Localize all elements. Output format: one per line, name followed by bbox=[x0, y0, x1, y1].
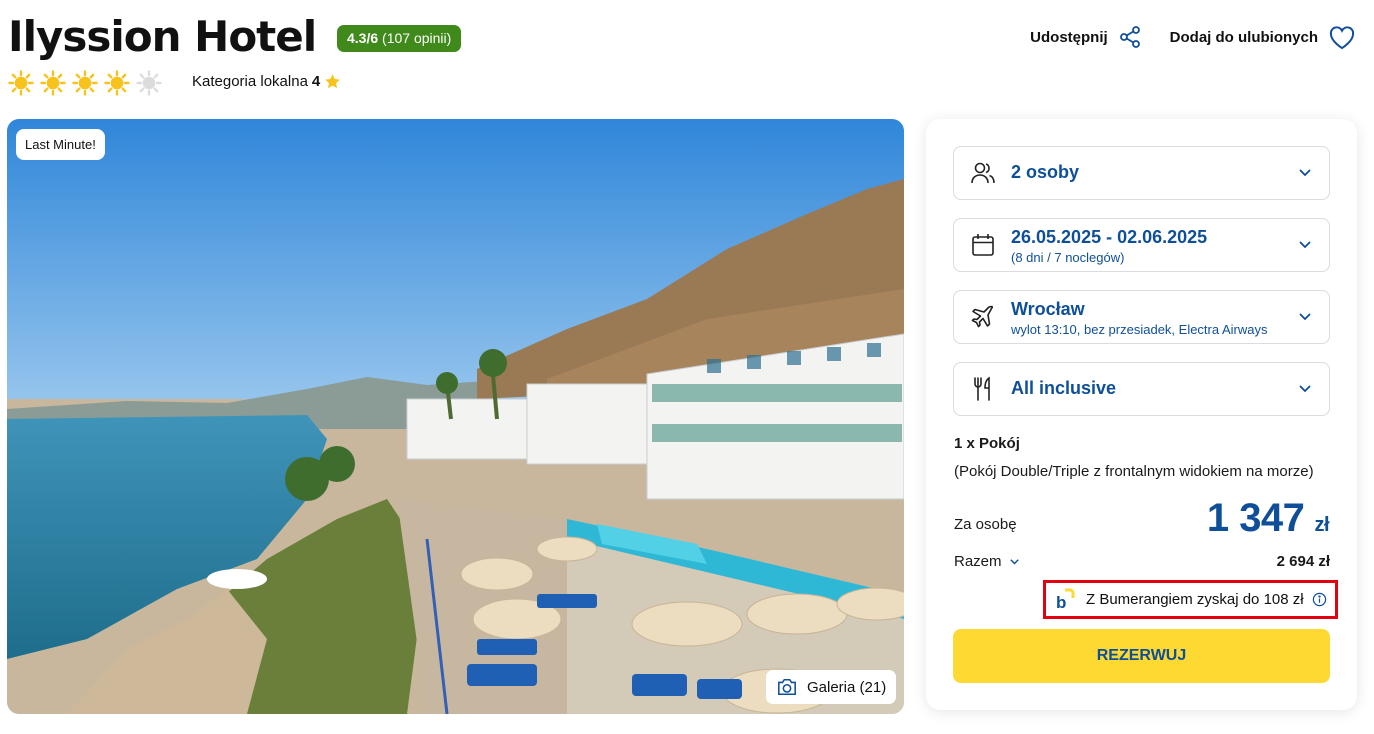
svg-text:b: b bbox=[1056, 593, 1066, 612]
bumerang-logo-icon: b bbox=[1056, 588, 1075, 612]
rating-reviews: (107 opinii) bbox=[382, 30, 452, 46]
favorites-label: Dodaj do ulubionych bbox=[1169, 28, 1318, 46]
rating-badge[interactable]: 4.3/6 (107 opinii) bbox=[337, 25, 462, 52]
chevron-down-icon bbox=[1299, 241, 1311, 249]
hotel-photo-image bbox=[7, 119, 904, 714]
camera-icon bbox=[778, 678, 796, 696]
share-button[interactable]: Udostępnij bbox=[1030, 25, 1142, 49]
price-currency: zł bbox=[1314, 514, 1329, 536]
departure-city: Wrocław bbox=[1011, 299, 1085, 319]
cutlery-icon bbox=[974, 376, 990, 401]
total-value: 2 694 zł bbox=[1276, 553, 1330, 570]
local-category-label: Kategoria lokalna bbox=[192, 73, 308, 90]
share-label: Udostępnij bbox=[1030, 28, 1108, 46]
chevron-down-icon bbox=[1009, 558, 1019, 564]
price-per-person: 1 347 zł bbox=[1206, 496, 1330, 541]
departure-select[interactable]: Wrocław wylot 13:10, bez przesiadek, Ele… bbox=[953, 290, 1330, 344]
hotel-photo[interactable] bbox=[7, 119, 904, 714]
add-to-favorites-button[interactable]: Dodaj do ulubionych bbox=[1170, 24, 1356, 50]
airplane-icon bbox=[971, 305, 994, 328]
guests-value: 2 osoby bbox=[1011, 162, 1080, 182]
guests-select[interactable]: 2 osoby bbox=[953, 146, 1330, 200]
departure-details: wylot 13:10, bez przesiadek, Electra Air… bbox=[1011, 322, 1268, 337]
last-minute-badge: Last Minute! bbox=[16, 129, 105, 160]
sun-icon bbox=[8, 70, 34, 96]
dates-value: 26.05.2025 - 02.06.2025 bbox=[1011, 227, 1208, 247]
users-icon bbox=[971, 162, 995, 184]
gallery-label: Galeria (21) bbox=[807, 678, 887, 696]
total-toggle[interactable]: Razem bbox=[954, 553, 1019, 570]
chevron-down-icon bbox=[1299, 169, 1311, 177]
sun-icon bbox=[104, 70, 130, 96]
sun-icon bbox=[40, 70, 66, 96]
per-person-label: Za osobę bbox=[954, 516, 1017, 533]
bumerang-text: Z Bumerangiem zyskaj do 108 zł bbox=[1086, 591, 1304, 608]
board-value: All inclusive bbox=[1011, 378, 1117, 398]
room-description: (Pokój Double/Triple z frontalnym widoki… bbox=[954, 463, 1314, 480]
sun-rating bbox=[8, 70, 162, 96]
room-quantity: 1 x Pokój bbox=[954, 435, 1020, 452]
total-label: Razem bbox=[954, 553, 1002, 570]
bumerang-banner: b Z Bumerangiem zyskaj do 108 zł bbox=[1043, 580, 1338, 619]
chevron-down-icon bbox=[1299, 385, 1311, 393]
board-select[interactable]: All inclusive bbox=[953, 362, 1330, 416]
gallery-button[interactable]: Galeria (21) bbox=[766, 670, 896, 704]
price-value: 1 347 bbox=[1206, 496, 1305, 540]
heart-icon bbox=[1329, 26, 1355, 50]
sun-icon bbox=[72, 70, 98, 96]
calendar-icon bbox=[972, 234, 994, 256]
book-button[interactable]: REZERWUJ bbox=[953, 629, 1330, 683]
share-icon bbox=[1119, 26, 1140, 48]
info-icon[interactable] bbox=[1312, 592, 1327, 607]
rating-score: 4.3/6 bbox=[347, 30, 379, 46]
chevron-down-icon bbox=[1299, 313, 1311, 321]
dates-duration: (8 dni / 7 noclegów) bbox=[1011, 250, 1125, 265]
top-actions: Udostępnij Dodaj do ulubionych bbox=[1030, 24, 1356, 50]
sun-empty-icon bbox=[136, 70, 162, 96]
dates-select[interactable]: 26.05.2025 - 02.06.2025 (8 dni / 7 nocle… bbox=[953, 218, 1330, 272]
local-category: Kategoria lokalna 4 bbox=[192, 73, 341, 90]
star-icon bbox=[325, 74, 341, 89]
hotel-title: Ilyssion Hotel bbox=[8, 12, 317, 61]
local-category-value: 4 bbox=[311, 73, 321, 90]
